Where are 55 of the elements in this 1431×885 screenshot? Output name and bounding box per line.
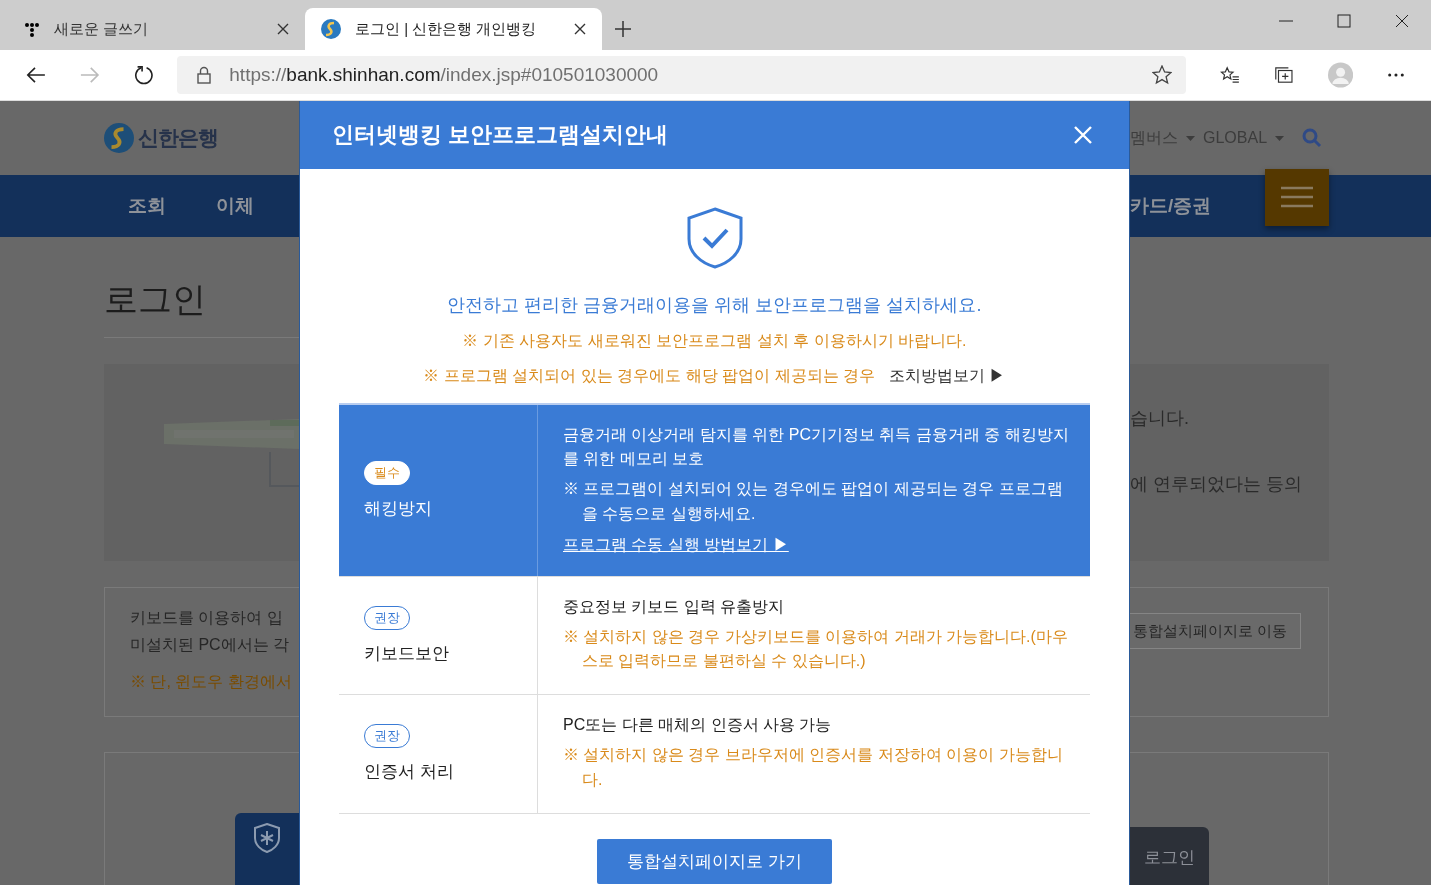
intro-text: 안전하고 편리한 금융거래이용을 위해 보안프로그램을 설치하세요. [447, 294, 982, 317]
notice-text: ※ 기존 사용자도 새로워진 보안프로그램 설치 후 이용하시기 바랍니다. [462, 331, 967, 351]
program-name: 해킹방지 [364, 497, 432, 520]
notice-text: ※ 프로그램 설치되어 있는 경우에도 해당 팝업이 제공되는 경우 [423, 366, 876, 386]
browser-tab[interactable]: 새로운 글쓰기 [8, 8, 305, 50]
program-name: 키보드보안 [364, 642, 449, 665]
dots-icon [24, 21, 40, 37]
description-text: 금융거래 이상거래 탐지를 위한 PC기기정보 취득 금융거래 중 해킹방지를 위한 메모리 보호 [563, 425, 1070, 469]
more-icon[interactable] [1387, 72, 1405, 78]
dialog-title: 인터넷뱅킹 보안프로그램설치안내 [332, 121, 669, 149]
menu-icon [1281, 186, 1313, 208]
guide-link[interactable]: 프로그램 수동 실행 방법보기 ▶ [563, 534, 789, 556]
menu-button[interactable] [1265, 168, 1329, 226]
description-text: PC또는 다른 매체의 인증서 사용 가능 [563, 715, 833, 736]
new-tab-icon[interactable] [614, 20, 632, 38]
notice-text: 에 연루되었다는 등의 [1130, 473, 1303, 496]
shield-icon [254, 823, 280, 853]
shield-check-icon [686, 207, 743, 269]
caret-icon [1186, 135, 1195, 141]
notice-text: 미설치된 PC에서는 각 [130, 635, 291, 655]
nav-item[interactable]: 조회 [128, 193, 166, 219]
lock-icon [197, 66, 212, 84]
refresh-icon[interactable] [133, 64, 154, 86]
browser-tab[interactable]: 로그인 | 신한은행 개인뱅킹 [305, 8, 602, 50]
star-icon[interactable] [1152, 65, 1173, 85]
bank-logo-text[interactable]: 신한은행 [138, 124, 218, 152]
status-badge: 권장 [364, 724, 410, 749]
nav-item[interactable]: 이체 [216, 193, 254, 219]
guide-link[interactable]: 조치방법보기 ▶ [889, 366, 1006, 387]
caret-icon [1275, 135, 1285, 141]
nav-item[interactable]: 카드/증권 [1130, 193, 1212, 219]
description-text: 중요정보 키보드 입력 유출방지 [563, 596, 786, 617]
close-icon[interactable] [574, 23, 586, 35]
bank-logo-icon [104, 123, 134, 153]
notice-text: ※ 프로그램이 설치되어 있는 경우에도 팝업이 제공되는 경우 프로그램을 수동으로 실행하세요. [563, 479, 1064, 524]
certificate-login-button[interactable] [235, 813, 299, 885]
notice-text: ※ 설치하지 않은 경우 브라우저에 인증서를 저장하여 이용이 가능합니다. [563, 745, 1064, 790]
collections-icon[interactable] [1274, 65, 1294, 85]
login-button[interactable]: 로그인 [1130, 827, 1209, 885]
address-field[interactable]: https://bank.shinhan.com/index.jsp#010501030000 [177, 56, 1187, 94]
notice-text: ※ 설치하지 않은 경우 가상키보드를 이용하여 거래가 가능합니다.(마우스로 입력하므로 불편하실 수 있습니다.) [563, 626, 1069, 672]
bank-logo-icon [321, 19, 341, 39]
close-icon[interactable] [1395, 14, 1409, 28]
program-name: 인증서 처리 [364, 761, 454, 784]
status-badge: 권장 [364, 605, 410, 630]
status-badge: 필수 [364, 460, 410, 485]
install-page-button[interactable]: 통합설치페이지로 이동 [1130, 613, 1301, 649]
notice-text: 키보드를 이용하여 입 [130, 608, 284, 628]
install-page-button[interactable]: 통합설치페이지로 가기 [597, 838, 832, 884]
back-icon[interactable] [26, 65, 46, 85]
warning-text: ※ 단, 윈도우 환경에서 [130, 672, 293, 692]
notice-text: 습니다. [1130, 407, 1190, 430]
maximize-icon[interactable] [1337, 14, 1351, 28]
favorites-icon[interactable] [1220, 65, 1241, 85]
close-icon[interactable] [277, 23, 289, 35]
